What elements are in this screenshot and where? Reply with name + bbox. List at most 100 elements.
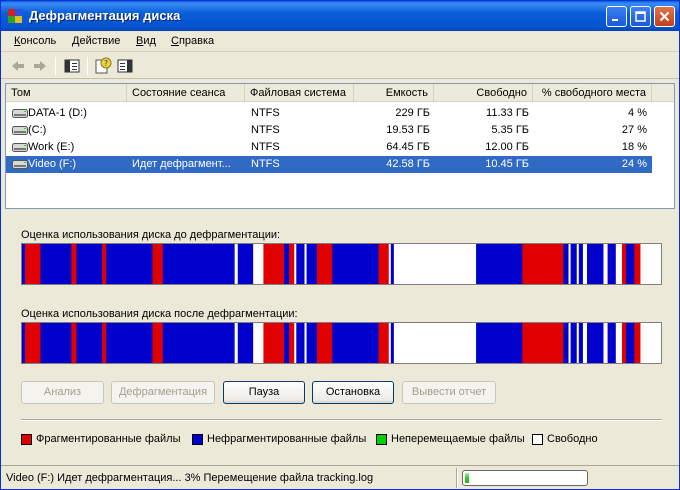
volume-cell-free: 11.33 ГБ [486,107,529,119]
cluster-segment [615,244,623,284]
minimize-icon [612,19,618,21]
volume-cell-fs: NTFS [251,107,280,119]
volume-cell-capacity: 42.58 ГБ [386,158,430,170]
cluster-segment [576,323,580,363]
cluster-segment [316,323,333,363]
volume-cell-free-pct: 27 % [621,124,647,136]
close-button[interactable] [654,6,675,27]
minimize-button[interactable] [606,6,627,27]
stop-button[interactable]: Остановка [312,381,394,404]
cluster-segment [237,323,254,363]
column-header-volume[interactable]: Том [6,84,127,102]
cluster-segment [304,244,307,284]
cluster-segment [522,244,564,284]
column-header-free[interactable]: Свободно [434,84,533,102]
hard-drive-icon [12,109,28,118]
menu-help-accel: С [171,35,179,47]
menu-help[interactable]: Справка [171,35,214,47]
cluster-segment [234,323,239,363]
cluster-segment [640,244,661,284]
cluster-segment [626,244,635,284]
menu-action[interactable]: Действие [72,35,120,47]
cluster-segment [640,323,661,363]
view-report-button[interactable]: Вывести отчет [402,381,496,404]
volume-cell-fs: NTFS [251,124,280,136]
cluster-segment [582,323,588,363]
cluster-segment [71,323,77,363]
analyze-button[interactable]: Анализ [21,381,104,404]
hard-drive-icon [12,160,28,169]
status-bar: Video (F:) Идет дефрагментация... 3% Пер… [1,465,679,489]
volume-list[interactable]: Том Состояние сеанса Файловая система Ем… [5,83,675,209]
volume-cell-fs: NTFS [251,158,280,170]
cluster-segment [393,323,477,363]
maximize-button[interactable] [630,6,651,27]
menu-console-label: онсоль [20,35,57,47]
progress-bar [462,470,588,486]
hard-drive-icon [12,126,28,135]
defragment-button[interactable]: Дефрагментация [111,381,215,404]
before-defrag-map [21,243,662,285]
column-header-file-system[interactable]: Файловая система [245,84,354,102]
cluster-segment [152,244,164,284]
hard-drive-icon [12,143,28,152]
volume-cell-capacity: 229 ГБ [395,107,430,119]
status-text: Video (F:) Идет дефрагментация... 3% Пер… [6,472,374,484]
cluster-segment [25,323,41,363]
column-header-session-status[interactable]: Состояние сеанса [127,84,245,102]
legend-fragmented-label: Фрагментированные файлы [36,433,181,445]
defrag-window: Дефрагментация диска Консоль Действие Ви… [0,0,680,490]
menu-view[interactable]: Вид [136,35,156,47]
volume-cell-name: (C:) [28,124,47,136]
cluster-segment [607,244,617,284]
help-icon[interactable]: ? [94,57,112,75]
cluster-segment [294,244,297,284]
volume-cell-name: DATA-1 (D:) [28,107,87,119]
cluster-segment [162,323,235,363]
legend-contiguous-label: Нефрагментированные файлы [207,433,367,445]
column-header-capacity[interactable]: Емкость [354,84,434,102]
maximize-icon [635,11,646,22]
legend-contiguous-swatch [192,434,203,445]
window-title: Дефрагментация диска [29,8,181,23]
cluster-segment [253,323,264,363]
pause-button[interactable]: Пауза [223,381,305,404]
cluster-segment [621,244,627,284]
menu-action-label: ействие [79,35,121,47]
cluster-segment [296,244,305,284]
volume-row[interactable]: Work (E:) NTFS 64.45 ГБ 12.00 ГБ 18 % [6,139,652,156]
cluster-segment [289,244,295,284]
before-defrag-map-graphic [22,244,661,284]
menu-help-label: правка [178,35,215,47]
cluster-segment [634,244,641,284]
cluster-segment [603,244,608,284]
cluster-segment [568,323,571,363]
cluster-segment [390,244,395,284]
toolbar: ? [1,53,679,79]
cluster-segment [388,323,392,363]
status-separator [456,468,458,488]
after-defrag-label: Оценка использования диска после дефрагм… [21,308,298,320]
column-header-free-percent[interactable]: % свободного места [533,84,652,102]
volume-row[interactable]: DATA-1 (D:) NTFS 229 ГБ 11.33 ГБ 4 % [6,105,652,122]
menu-console[interactable]: Консоль [14,35,56,47]
volume-view-icon[interactable] [63,57,81,75]
cluster-segment [316,244,333,284]
cluster-segment [603,323,608,363]
list-header: Том Состояние сеанса Файловая система Ем… [6,84,674,102]
back-arrow-icon[interactable] [9,57,27,75]
volume-row[interactable]: (C:) NTFS 19.53 ГБ 5.35 ГБ 27 % [6,122,652,139]
toolbar-separator [55,57,56,75]
properties-icon[interactable] [116,57,134,75]
title-bar[interactable]: Дефрагментация диска [1,1,679,31]
volume-cell-free-pct: 24 % [621,158,647,170]
cluster-segment [152,323,164,363]
forward-arrow-icon[interactable] [31,57,49,75]
menu-bar: Консоль Действие Вид Справка [1,31,679,52]
cluster-segment [283,244,290,284]
cluster-segment [378,244,390,284]
cluster-segment [578,244,584,284]
volume-cell-status: Идет дефрагмент... [132,158,231,170]
cluster-segment [237,244,254,284]
volume-row[interactable]: Video (F:) Идет дефрагмент... NTFS 42.58 ГБ… [6,156,652,173]
